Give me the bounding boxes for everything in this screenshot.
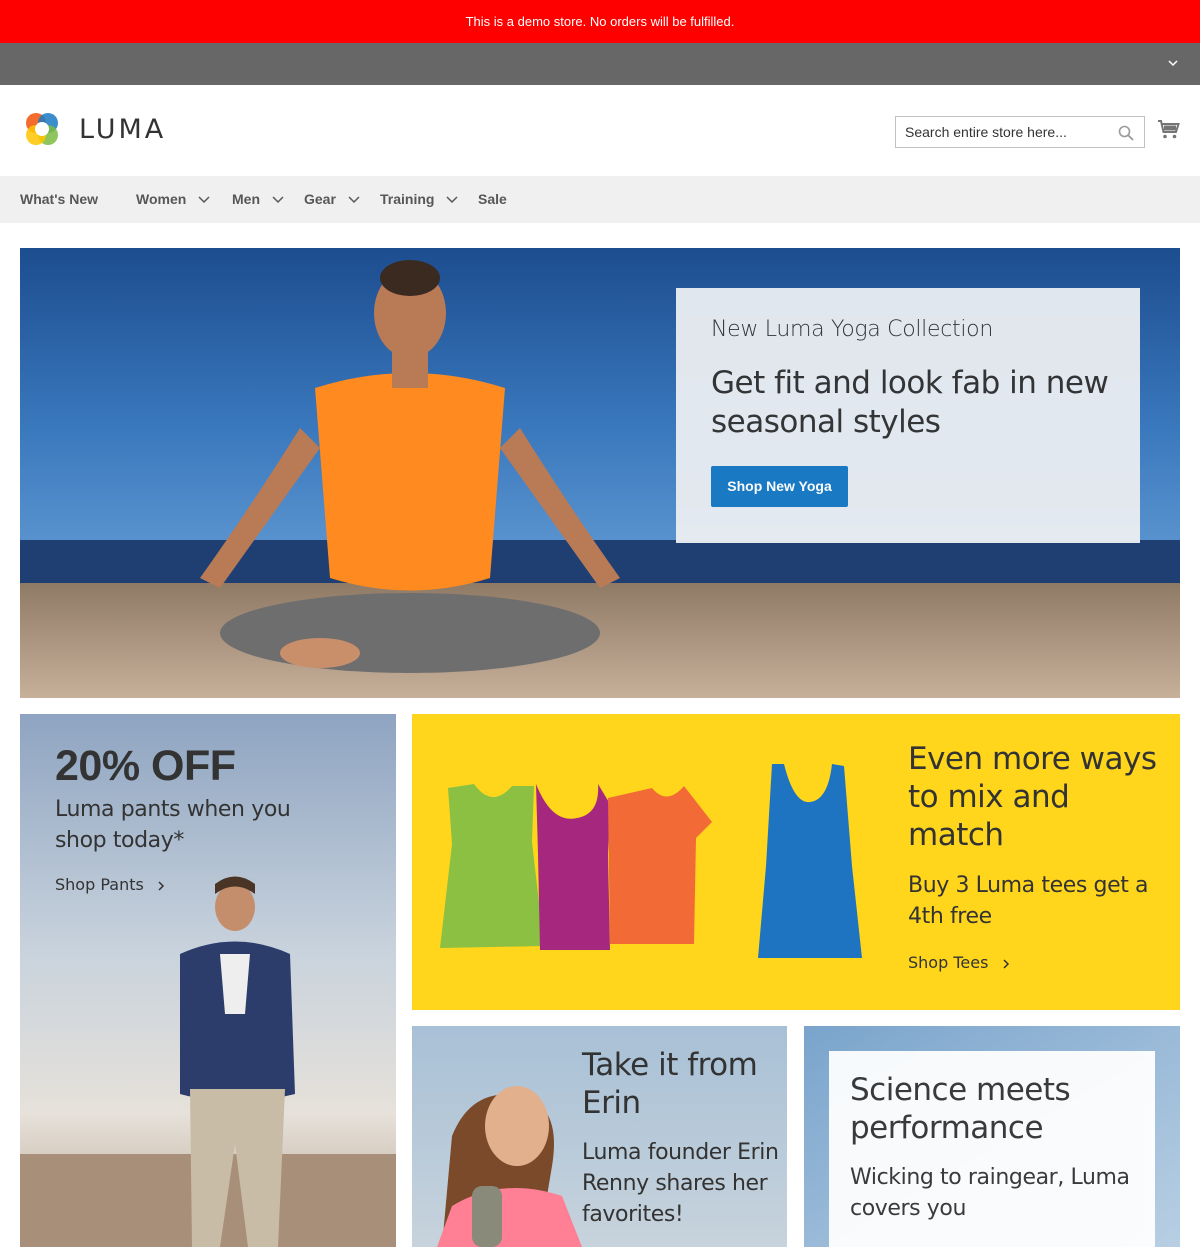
shop-tees-label: Shop Tees bbox=[908, 953, 989, 972]
main-navigation: What's New Women Men Gear Training Sale bbox=[0, 176, 1200, 223]
hero-banner[interactable]: New Luma Yoga Collection Get fit and loo… bbox=[20, 248, 1180, 698]
chevron-down-icon[interactable] bbox=[1166, 56, 1180, 70]
promo-pants-headline: 20% OFF bbox=[55, 742, 236, 790]
promo-science-text: Wicking to raingear, Luma covers you bbox=[850, 1165, 1130, 1221]
promo-pants-text: Luma pants when you shop today* bbox=[55, 797, 291, 853]
promo-pants[interactable]: 20% OFF Luma pants when you shop today* … bbox=[20, 714, 396, 1247]
chevron-down-icon bbox=[446, 196, 458, 204]
search-icon[interactable] bbox=[1118, 125, 1134, 141]
logo[interactable]: LUMA bbox=[20, 107, 180, 153]
header-panel bbox=[0, 43, 1200, 85]
nav-item-label: Gear bbox=[304, 191, 336, 207]
nav-item-women[interactable]: Women bbox=[136, 176, 210, 223]
promo-erin-title: Take it from Erin bbox=[582, 1047, 758, 1121]
nav-item-label: Sale bbox=[478, 191, 507, 207]
promo-erin[interactable]: Take it from Erin Luma founder Erin Renn… bbox=[412, 1026, 787, 1247]
promo-tees-text: Buy 3 Luma tees get a 4th free bbox=[908, 873, 1149, 929]
nav-item-label: Training bbox=[380, 191, 435, 207]
promo-science[interactable]: Science meets performance Wicking to rai… bbox=[804, 1026, 1180, 1247]
hero-card: New Luma Yoga Collection Get fit and loo… bbox=[676, 288, 1140, 543]
promo-tees-image bbox=[440, 764, 862, 958]
hero-title: Get fit and look fab in new seasonal sty… bbox=[711, 365, 1109, 440]
nav-item-gear[interactable]: Gear bbox=[304, 176, 360, 223]
search-input[interactable] bbox=[896, 117, 1116, 147]
chevron-down-icon bbox=[348, 196, 360, 204]
demo-store-notice: This is a demo store. No orders will be … bbox=[0, 0, 1200, 43]
nav-item-whats-new[interactable]: What's New bbox=[20, 176, 98, 223]
nav-item-label: What's New bbox=[20, 191, 99, 207]
nav-item-training[interactable]: Training bbox=[380, 176, 458, 223]
nav-item-men[interactable]: Men bbox=[232, 176, 284, 223]
nav-item-label: Men bbox=[232, 191, 260, 207]
promo-science-card: Science meets performance Wicking to rai… bbox=[829, 1051, 1155, 1247]
promo-tees-title: Even more ways to mix and match bbox=[908, 741, 1157, 853]
search-box bbox=[895, 116, 1145, 148]
shop-pants-label: Shop Pants bbox=[55, 875, 144, 894]
logo-icon bbox=[26, 113, 58, 145]
chevron-down-icon bbox=[198, 196, 210, 204]
shop-tees-link[interactable]: Shop Tees bbox=[908, 953, 1010, 972]
page-header: LUMA bbox=[0, 85, 1200, 176]
cart-icon[interactable] bbox=[1157, 118, 1181, 142]
promo-science-title: Science meets performance bbox=[850, 1072, 1071, 1146]
chevron-down-icon bbox=[272, 196, 284, 204]
chevron-right-icon bbox=[158, 880, 164, 891]
hero-subtitle: New Luma Yoga Collection bbox=[711, 317, 993, 342]
nav-item-label: Women bbox=[136, 191, 187, 207]
logo-text: LUMA bbox=[79, 114, 167, 145]
shop-pants-link[interactable]: Shop Pants bbox=[55, 875, 165, 894]
promo-tees[interactable]: Even more ways to mix and match Buy 3 Lu… bbox=[412, 714, 1180, 1010]
chevron-right-icon bbox=[1002, 958, 1009, 969]
promo-erin-text: Luma founder Erin Renny shares her favor… bbox=[582, 1140, 779, 1227]
nav-item-sale[interactable]: Sale bbox=[478, 176, 507, 223]
shop-new-yoga-button[interactable]: Shop New Yoga bbox=[711, 466, 848, 507]
